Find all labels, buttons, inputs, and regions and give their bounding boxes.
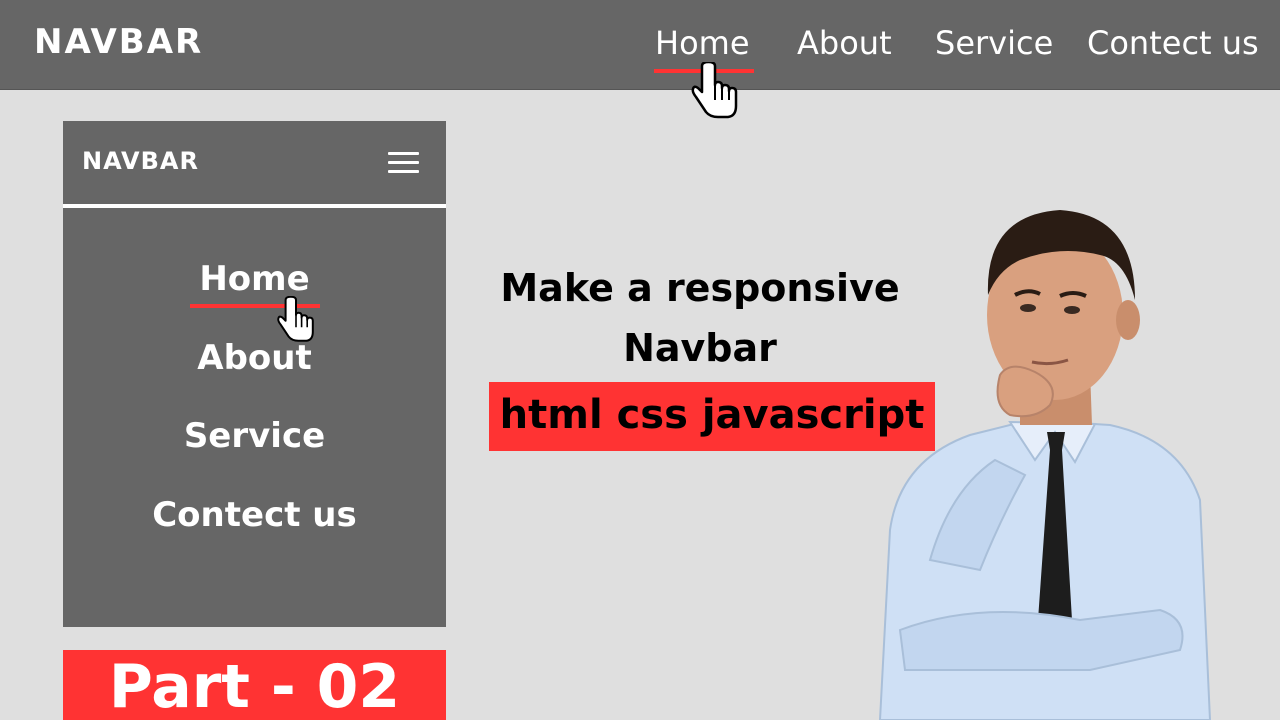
mobile-navbar-logo[interactable]: NAVBAR xyxy=(82,147,199,175)
part-number-text: Part - 02 xyxy=(108,652,401,720)
mobile-nav-link-about[interactable]: About xyxy=(63,338,446,378)
thinking-man-photo xyxy=(878,210,1212,720)
nav-link-contact[interactable]: Contect us xyxy=(1087,24,1259,62)
part-number-banner: Part - 02 xyxy=(63,650,446,720)
hamburger-menu-icon[interactable] xyxy=(388,152,419,174)
headline-line-2: Navbar xyxy=(623,326,777,370)
navbar-logo[interactable]: NAVBAR xyxy=(34,22,203,62)
headline-line-1: Make a responsive xyxy=(500,266,900,310)
top-navbar: NAVBAR Home About Service Contect us xyxy=(0,0,1280,90)
mobile-navbar-preview: NAVBAR Home About Service Contect us xyxy=(63,121,446,627)
nav-link-service[interactable]: Service xyxy=(935,24,1053,62)
mobile-navbar-header: NAVBAR xyxy=(63,121,446,204)
pointer-hand-cursor-icon xyxy=(277,296,314,342)
mobile-nav-link-contact[interactable]: Contect us xyxy=(63,495,446,535)
mobile-nav-link-home[interactable]: Home xyxy=(63,259,446,299)
pointer-hand-cursor-icon xyxy=(691,62,738,119)
nav-link-home[interactable]: Home xyxy=(655,24,750,62)
mobile-nav-link-service[interactable]: Service xyxy=(63,416,446,456)
nav-link-about[interactable]: About xyxy=(797,24,892,62)
headline: Make a responsive Navbar xyxy=(480,258,920,378)
mobile-header-divider xyxy=(63,204,446,208)
